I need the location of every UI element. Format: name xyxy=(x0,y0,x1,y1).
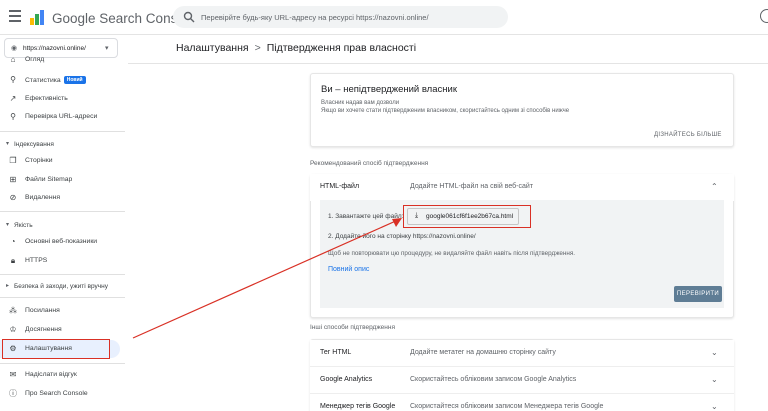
new-badge: Новий xyxy=(63,76,86,84)
sidebar-item-removals[interactable]: ⊘ Видалення xyxy=(0,189,120,207)
sidebar-item-sitemaps[interactable]: ⊞ Файли Sitemap xyxy=(0,171,120,189)
sidebar-item-pages[interactable]: ❐ Сторінки xyxy=(0,152,120,170)
search-icon: ⚲ xyxy=(10,112,16,121)
chevron-down-icon: ⌄ xyxy=(711,402,718,411)
caret-down-icon: ▾ xyxy=(6,141,10,147)
breadcrumb: Налаштування > Підтвердження прав власност… xyxy=(176,42,416,54)
breadcrumb-current: Підтвердження прав власності xyxy=(266,42,417,54)
other-methods-label: Інші способи підтвердження xyxy=(310,324,395,331)
sidebar-item-about[interactable]: ⓘ Про Search Console xyxy=(0,385,120,403)
divider xyxy=(0,363,125,364)
content-divider xyxy=(128,63,768,64)
method-name: HTML-файл xyxy=(320,183,360,190)
sidebar-item-achievements[interactable]: ♔ Досягнення xyxy=(0,321,120,339)
pages-icon: ❐ xyxy=(9,156,17,165)
sidebar-item-web-vitals[interactable]: ◔ Основні веб-показники xyxy=(0,233,120,251)
keep-file-note: Щоб не повторювати цю процедуру, не вида… xyxy=(328,250,576,257)
owner-status-card: Ви – непідтверджений власник Власник над… xyxy=(310,73,734,147)
section-experience[interactable]: ▾ Якість xyxy=(0,218,125,232)
method-row-html-tag[interactable]: Тег HTML Додайте метатег на домашню стор… xyxy=(310,340,734,367)
owner-status-line1: Власник надав вам дозволи xyxy=(321,100,400,106)
sidebar-item-url-inspection[interactable]: ⚲ Перевірка URL-адреси xyxy=(0,108,120,126)
recommended-label: Рекомендований спосіб підтвердження xyxy=(310,160,429,167)
method-description: Додайте HTML-файл на свій веб-сайт xyxy=(410,183,534,190)
url-inspection-search[interactable] xyxy=(173,6,508,28)
caret-right-icon: ▸ xyxy=(6,283,10,289)
method-row-tag-manager[interactable]: Менеджер тегів Google Скористайтеся облі… xyxy=(310,394,734,411)
divider xyxy=(0,131,125,132)
feedback-icon: ✉ xyxy=(9,370,17,379)
menu-icon[interactable] xyxy=(9,10,21,22)
sidebar-item-links[interactable]: ⁂ Посилання xyxy=(0,302,120,320)
sitemap-icon: ⊞ xyxy=(9,175,17,184)
verify-button[interactable]: ПЕРЕВІРИТИ xyxy=(674,286,722,302)
full-details-link[interactable]: Повний опис xyxy=(328,266,369,273)
gauge-icon: ◔ xyxy=(10,237,16,246)
download-highlight xyxy=(403,205,531,228)
method-row-html-file[interactable]: HTML-файл Додайте HTML-файл на свій веб-… xyxy=(310,174,734,201)
sidebar-item-https[interactable]: 🔒︎ HTTPS xyxy=(0,252,120,270)
method-row-google-analytics[interactable]: Google Analytics Скористайтесь обліковим… xyxy=(310,367,734,394)
help-icon[interactable] xyxy=(760,9,768,23)
owner-status-line2: Якщо ви хочете стати підтвердженим власн… xyxy=(321,108,570,114)
chevron-down-icon: ⌄ xyxy=(711,375,718,384)
search-input[interactable] xyxy=(201,9,501,25)
removals-icon: ⊘ xyxy=(9,193,17,202)
search-icon xyxy=(183,11,195,23)
step-download: 1. Завантажте цей файл: xyxy=(328,213,404,220)
property-url: https://nazovni.online/ xyxy=(23,45,86,52)
divider xyxy=(0,297,125,298)
trophy-icon: ♔ xyxy=(9,325,17,334)
caret-down-icon: ▾ xyxy=(6,222,10,228)
chevron-down-icon: ⌄ xyxy=(711,348,718,357)
links-icon: ⁂ xyxy=(9,306,17,315)
section-security[interactable]: ▸ Безпека й заходи, ужиті вручну xyxy=(0,279,125,293)
settings-highlight xyxy=(2,339,110,359)
section-indexing[interactable]: ▾ Індексування xyxy=(0,137,125,151)
chevron-down-icon: ▾ xyxy=(105,45,109,52)
trending-icon: ↗ xyxy=(9,94,17,103)
property-selector[interactable]: ◉ https://nazovni.online/ ▾ xyxy=(4,38,118,58)
top-bar: Google Search Console xyxy=(0,0,768,35)
info-icon: ⓘ xyxy=(9,389,17,398)
lock-icon: 🔒︎ xyxy=(10,256,16,265)
divider xyxy=(0,211,125,212)
location-icon: ⚲ xyxy=(10,75,16,84)
sidebar-item-statistics[interactable]: ⚲ Статистика Новий xyxy=(0,71,120,89)
sidebar-item-feedback[interactable]: ✉ Надіслати відгук xyxy=(0,366,120,384)
breadcrumb-parent[interactable]: Налаштування xyxy=(176,42,249,54)
sidebar-item-performance[interactable]: ↗ Ефективність xyxy=(0,90,120,108)
search-console-logo-icon xyxy=(30,10,44,25)
site-url: https://nazovni.online/ xyxy=(412,233,476,240)
sidebar-item-overview[interactable]: ⌂ Огляд xyxy=(0,56,120,66)
learn-more-link[interactable]: ДІЗНАЙТЕСЬ БІЛЬШЕ xyxy=(654,132,722,138)
home-icon: ⌂ xyxy=(10,56,16,64)
step-upload: 2. Додайте його на сторінку https://nazo… xyxy=(328,233,476,240)
breadcrumb-separator: > xyxy=(254,42,261,54)
owner-status-title: Ви – непідтверджений власник xyxy=(321,84,457,95)
divider xyxy=(0,274,125,275)
globe-icon: ◉ xyxy=(11,45,18,52)
chevron-up-icon: ⌃ xyxy=(711,182,718,191)
